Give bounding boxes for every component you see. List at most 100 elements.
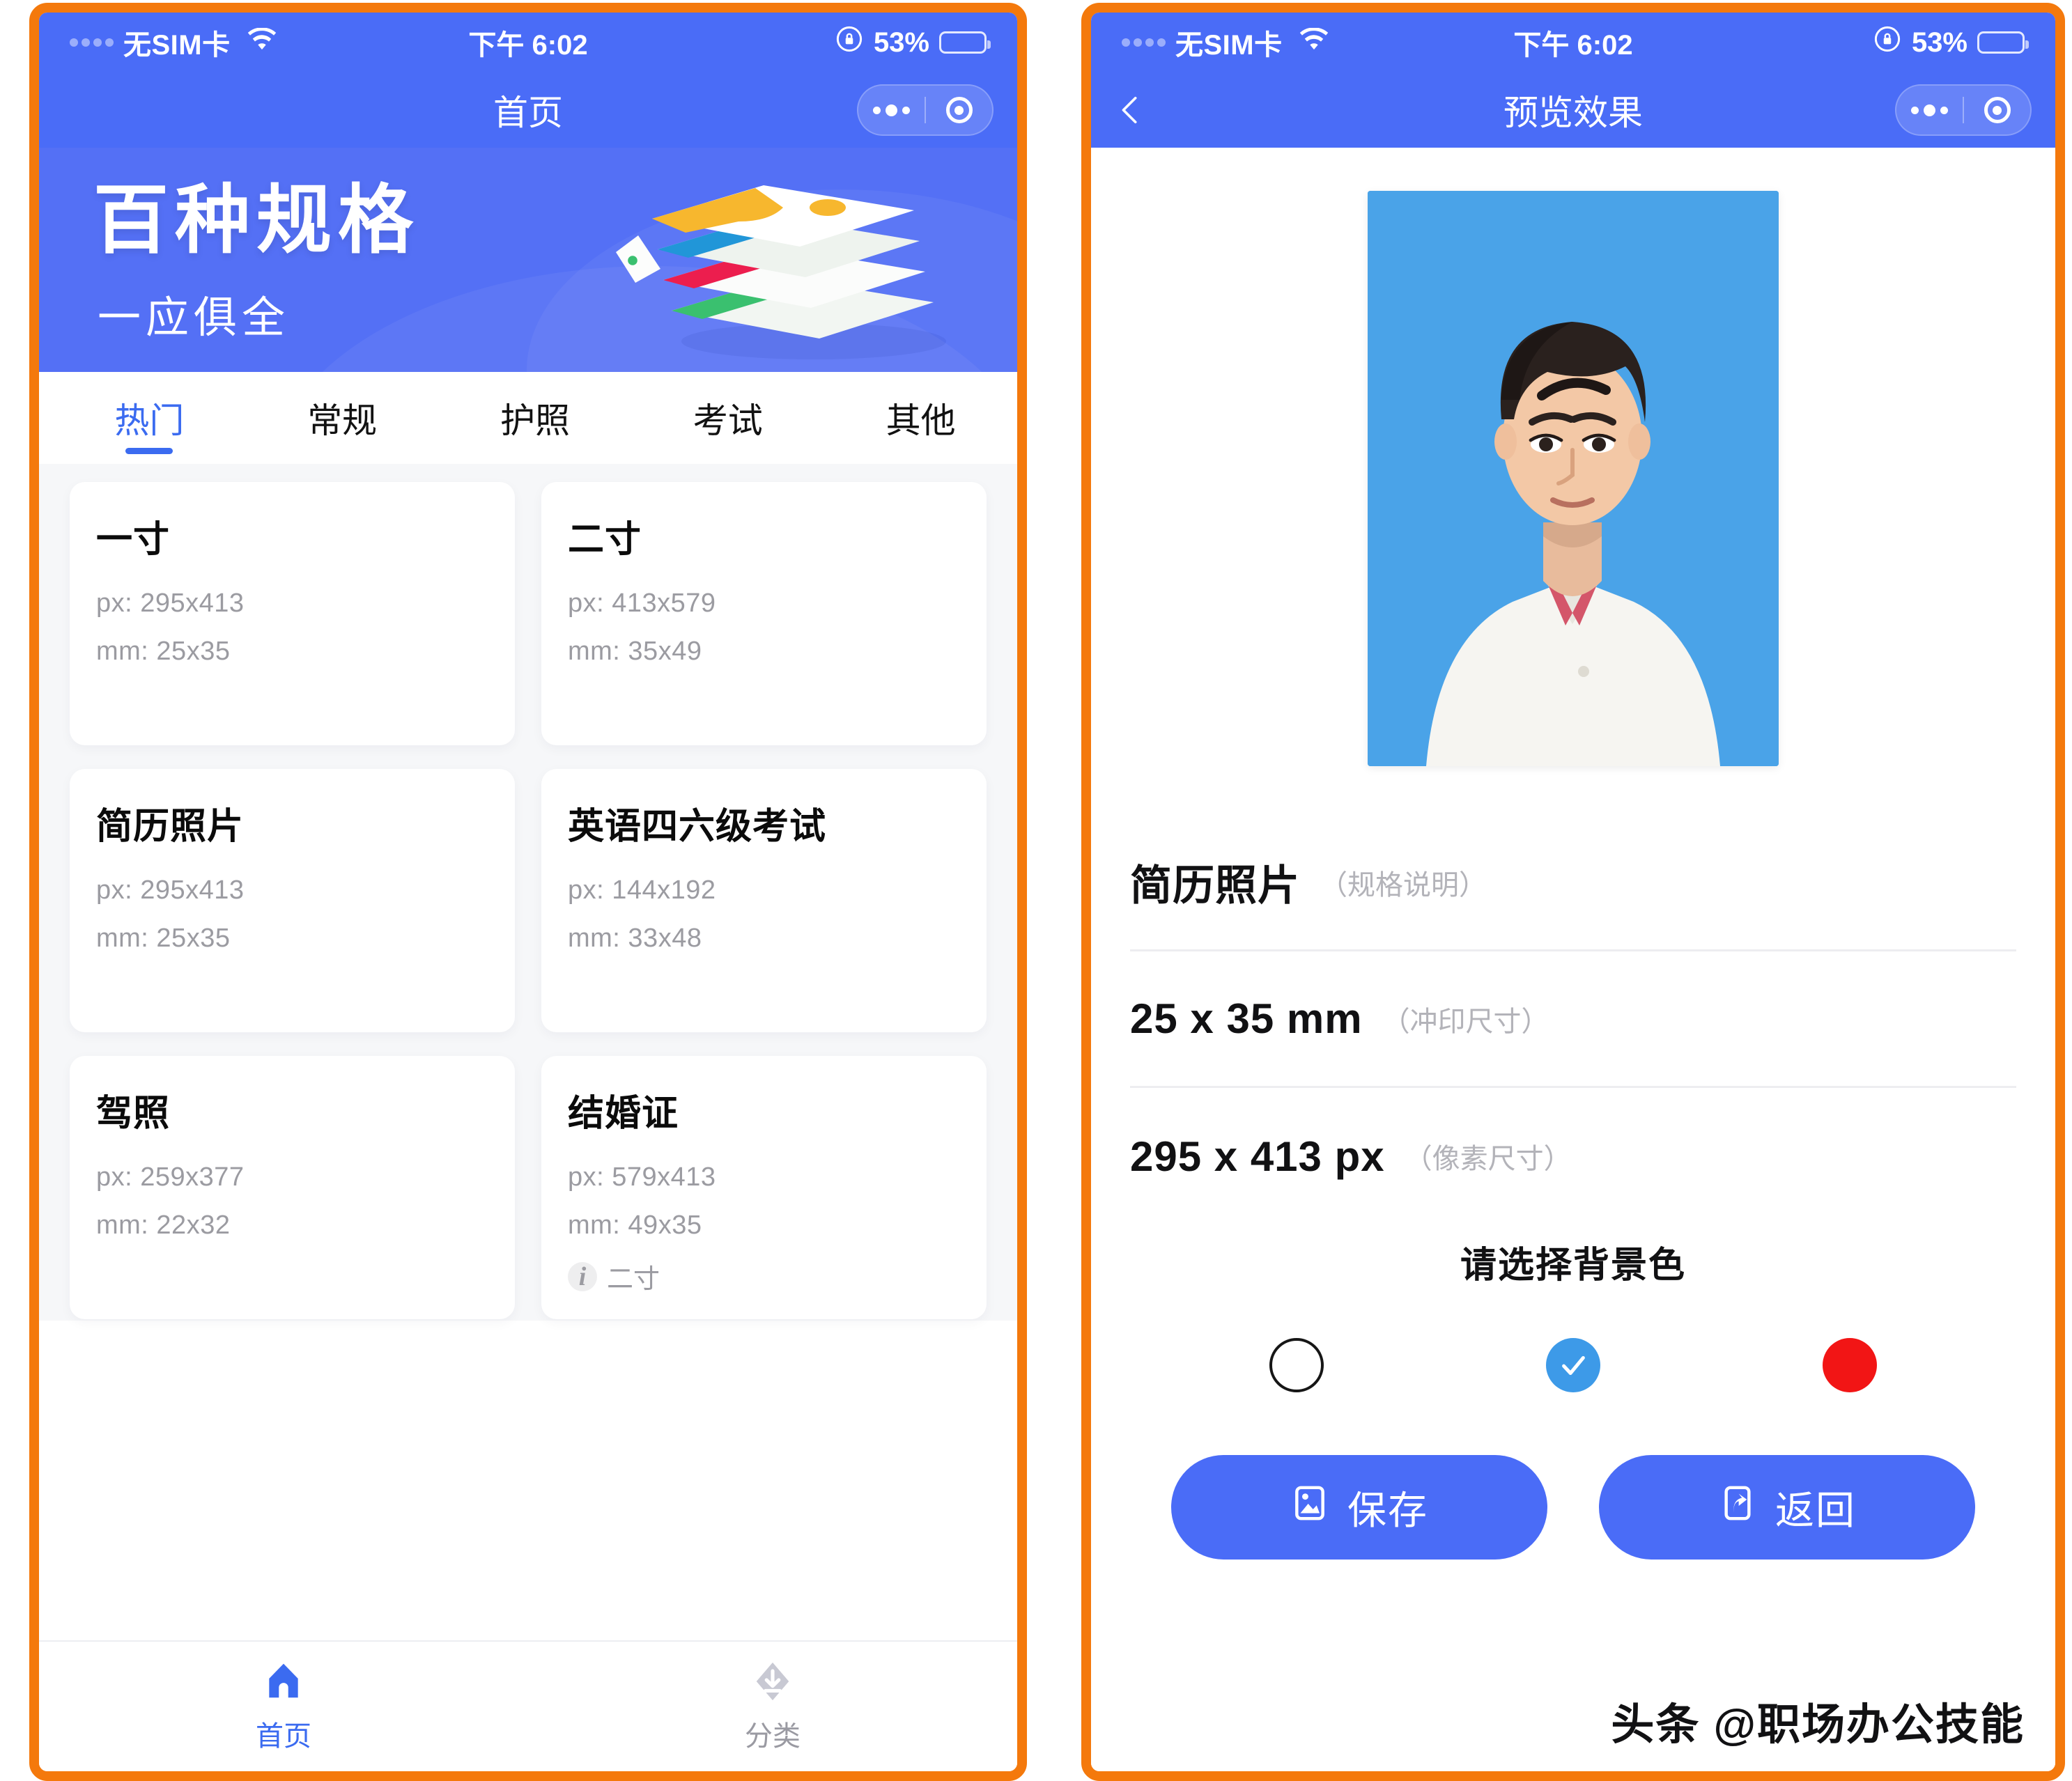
spec-mm: mm: 25x35 xyxy=(96,637,231,666)
promo-banner[interactable]: 百种规格 一应俱全 xyxy=(39,148,1017,372)
banner-subhead: 一应俱全 xyxy=(98,293,291,342)
tab-exam[interactable]: 考试 xyxy=(631,372,824,464)
spec-px: px: 295x413 xyxy=(96,876,245,905)
spec-card[interactable]: 一寸 px: 295x413 mm: 25x35 xyxy=(70,482,515,745)
spec-card-grid: 一寸 px: 295x413 mm: 25x35 二寸 px: 413x579 … xyxy=(70,482,987,1319)
banner-text-group: 百种规格 一应俱全 xyxy=(93,178,419,345)
right-phone-frame: 无SIM卡 下午 6:02 53% 预览效果 简历照片 （规格说明） 25 x … xyxy=(1081,3,2065,1781)
carrier-label: 无SIM卡 xyxy=(1175,30,1283,61)
spec-title: 一寸 xyxy=(96,520,171,560)
info-main-value: 简历照片 xyxy=(1130,862,1300,909)
info-sub-label: （规格说明） xyxy=(1320,869,1487,901)
share-return-icon xyxy=(1718,1484,1757,1532)
spec-mm: mm: 49x35 xyxy=(568,1211,702,1240)
spec-mm: mm: 25x35 xyxy=(96,924,231,953)
more-dots-icon[interactable] xyxy=(1896,104,1963,116)
tab-hot[interactable]: 热门 xyxy=(53,372,246,464)
back-chevron-icon[interactable] xyxy=(1115,94,1147,126)
spec-card[interactable]: 驾照 px: 259x377 mm: 22x32 xyxy=(70,1056,515,1319)
spec-title: 驾照 xyxy=(96,1094,171,1134)
spec-card[interactable]: 二寸 px: 413x579 mm: 35x49 xyxy=(541,482,987,745)
status-left-group: 无SIM卡 xyxy=(1122,22,1330,63)
tab-regular[interactable]: 常规 xyxy=(246,372,439,464)
rotation-lock-icon xyxy=(835,24,864,61)
swatch-blue-selected[interactable] xyxy=(1545,1338,1600,1392)
spec-mm: mm: 22x32 xyxy=(96,1211,231,1240)
miniprogram-capsule[interactable] xyxy=(857,84,994,136)
info-sub-label: （像素尺寸） xyxy=(1404,1144,1572,1174)
spec-title: 简历照片 xyxy=(96,807,245,847)
right-nav-bar: 预览效果 xyxy=(1091,72,2055,148)
battery-icon xyxy=(939,31,991,54)
right-status-bar: 无SIM卡 下午 6:02 53% xyxy=(1091,13,2055,72)
banner-headline: 百种规格 xyxy=(93,178,420,262)
status-right-group: 53% xyxy=(835,24,991,61)
check-icon xyxy=(1557,1349,1589,1381)
spec-px: px: 413x579 xyxy=(568,589,716,618)
rotation-lock-icon xyxy=(1873,24,1902,61)
screenshot-stage: 无SIM卡 下午 6:02 53% 首页 百种规格 一应俱全 热门 常规 护照 … xyxy=(0,0,2072,1781)
spec-info-list: 简历照片 （规格说明） 25 x 35 mm （冲印尺寸） 295 x 413 … xyxy=(1091,815,2055,1224)
swatch-row xyxy=(1091,1338,2055,1392)
spec-alias-label: 二寸 xyxy=(607,1265,660,1294)
tabbar-label-home: 首页 xyxy=(256,1720,311,1752)
info-row: 简历照片 （规格说明） xyxy=(1130,815,2016,951)
save-button-label: 保存 xyxy=(1347,1488,1428,1532)
stacked-cards-illustration xyxy=(605,166,981,361)
left-nav-bar: 首页 xyxy=(39,72,1017,148)
signal-dots-icon xyxy=(70,38,114,47)
category-download-icon xyxy=(751,1660,794,1706)
more-dots-icon[interactable] xyxy=(858,104,925,116)
spec-card[interactable]: 英语四六级考试 px: 144x192 mm: 33x48 xyxy=(541,769,987,1032)
preview-body: 简历照片 （规格说明） 25 x 35 mm （冲印尺寸） 295 x 413 … xyxy=(1091,148,2055,1771)
swatch-red[interactable] xyxy=(1823,1338,1878,1392)
spec-title: 二寸 xyxy=(568,520,642,560)
spec-card[interactable]: 简历照片 px: 295x413 mm: 25x35 xyxy=(70,769,515,1032)
swatch-white[interactable] xyxy=(1269,1338,1324,1392)
info-main-value: 295 x 413 px xyxy=(1130,1133,1385,1180)
battery-percent-label: 53% xyxy=(1911,26,1967,58)
image-save-icon xyxy=(1290,1484,1329,1532)
category-tabs: 热门 常规 护照 考试 其他 xyxy=(39,372,1017,464)
target-circle-icon[interactable] xyxy=(1964,97,2030,123)
status-right-group: 53% xyxy=(1873,24,2029,61)
tabbar-item-home[interactable]: 首页 xyxy=(39,1660,528,1754)
spec-px: px: 144x192 xyxy=(568,876,716,905)
watermark-text: 头条 @职场办公技能 xyxy=(1611,1701,2025,1749)
spec-title: 英语四六级考试 xyxy=(568,807,827,847)
battery-percent-label: 53% xyxy=(873,26,929,58)
home-icon xyxy=(262,1660,305,1706)
tab-other[interactable]: 其他 xyxy=(824,372,1017,464)
status-left-group: 无SIM卡 xyxy=(70,22,278,63)
info-row: 295 x 413 px （像素尺寸） xyxy=(1130,1088,2016,1224)
wifi-icon xyxy=(1298,26,1330,59)
spec-mm: mm: 35x49 xyxy=(568,637,702,666)
info-sub-label: （冲印尺寸） xyxy=(1382,1006,1549,1037)
signal-dots-icon xyxy=(1122,38,1166,47)
info-main-value: 25 x 35 mm xyxy=(1130,995,1363,1042)
info-row: 25 x 35 mm （冲印尺寸） xyxy=(1130,951,2016,1088)
photo-preview-wrap xyxy=(1091,148,2055,766)
tabbar-item-category[interactable]: 分类 xyxy=(528,1660,1017,1754)
return-button[interactable]: 返回 xyxy=(1599,1455,1975,1560)
id-photo-preview xyxy=(1368,191,1779,766)
spec-mm: mm: 33x48 xyxy=(568,924,702,953)
tabbar-label-category: 分类 xyxy=(745,1720,801,1752)
spec-px: px: 579x413 xyxy=(568,1162,716,1192)
info-icon: i xyxy=(568,1261,597,1291)
wifi-icon xyxy=(246,26,278,59)
spec-px: px: 259x377 xyxy=(96,1162,245,1192)
tab-passport[interactable]: 护照 xyxy=(439,372,632,464)
save-button[interactable]: 保存 xyxy=(1171,1455,1547,1560)
spec-card[interactable]: 结婚证 px: 579x413 mm: 49x35 i 二寸 xyxy=(541,1056,987,1319)
target-circle-icon[interactable] xyxy=(926,97,992,123)
spec-px: px: 295x413 xyxy=(96,589,245,618)
spec-card-area: 一寸 px: 295x413 mm: 25x35 二寸 px: 413x579 … xyxy=(39,464,1017,1321)
return-button-label: 返回 xyxy=(1775,1488,1856,1532)
left-status-bar: 无SIM卡 下午 6:02 53% xyxy=(39,13,1017,72)
spec-title: 结婚证 xyxy=(568,1094,679,1134)
miniprogram-capsule[interactable] xyxy=(1895,84,2032,136)
battery-icon xyxy=(1977,31,2029,54)
bg-picker-title: 请选择背景色 xyxy=(1460,1245,1686,1286)
spec-alias-tag: i 二寸 xyxy=(568,1257,960,1296)
